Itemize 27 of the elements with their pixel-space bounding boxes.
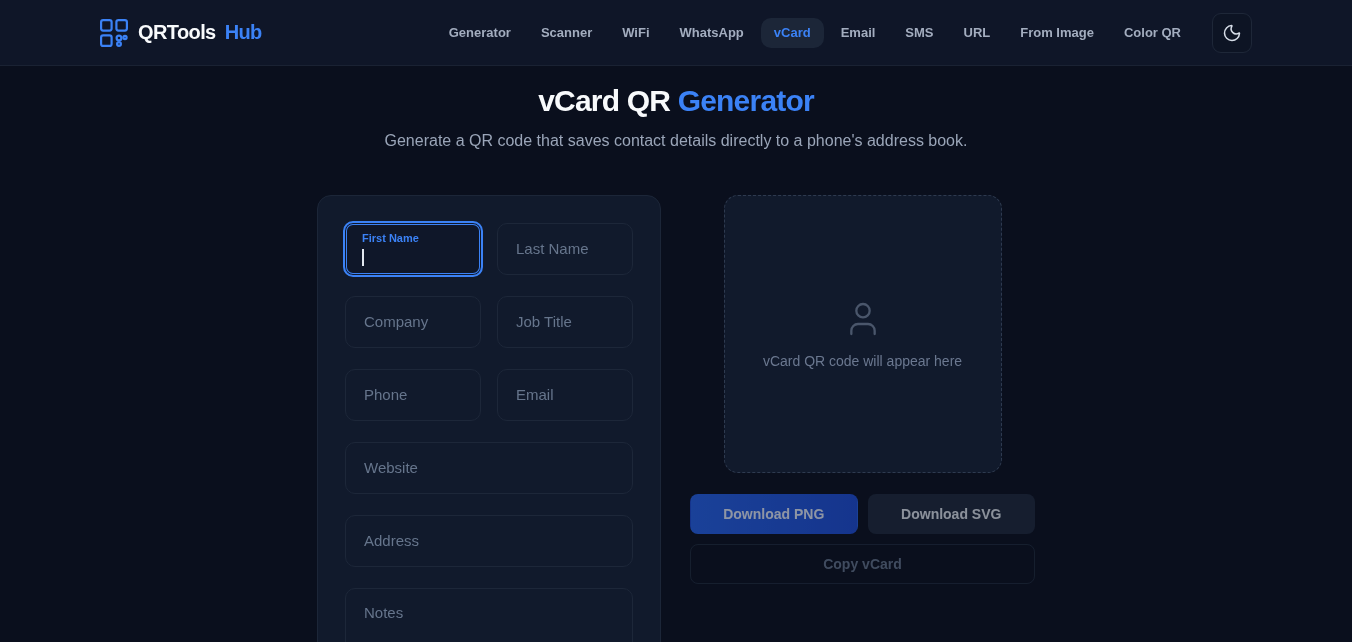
nav-link[interactable]: URL: [950, 17, 1004, 48]
moon-icon: [1222, 22, 1242, 43]
nav-link[interactable]: Email: [827, 17, 889, 48]
nav-link[interactable]: vCard: [760, 17, 824, 48]
nav-link[interactable]: SMS: [892, 17, 947, 48]
nav-link[interactable]: Color QR: [1110, 17, 1194, 48]
text-field[interactable]: Email: [497, 369, 633, 421]
theme-toggle-button[interactable]: [1212, 12, 1252, 53]
nav-link[interactable]: Scanner: [527, 17, 606, 48]
logo-text: QRTools Hub: [138, 21, 262, 44]
preview-message: vCard QR code will appear here: [762, 352, 963, 370]
page-subtitle: Generate a QR code that saves contact details directly to a phone's address book.: [384, 131, 968, 151]
text-field[interactable]: Address: [345, 515, 633, 567]
notes-field[interactable]: Notes: [345, 588, 633, 642]
nav-link[interactable]: WiFi: [609, 17, 663, 48]
text-field[interactable]: Job Title: [497, 296, 633, 348]
page-title: vCard QR Generator: [538, 83, 814, 119]
qr-logo-icon: [100, 18, 128, 47]
text-field[interactable]: First Name: [343, 221, 483, 277]
text-field[interactable]: Website: [345, 442, 633, 494]
nav-link[interactable]: WhatsApp: [666, 17, 757, 48]
text-cursor-icon: [362, 249, 364, 266]
text-field[interactable]: Phone: [345, 369, 481, 421]
text-field[interactable]: Last Name: [497, 223, 633, 275]
text-field[interactable]: Company: [345, 296, 481, 348]
nav-link[interactable]: Generator: [435, 17, 524, 48]
nav-link[interactable]: From Image: [1007, 17, 1107, 48]
